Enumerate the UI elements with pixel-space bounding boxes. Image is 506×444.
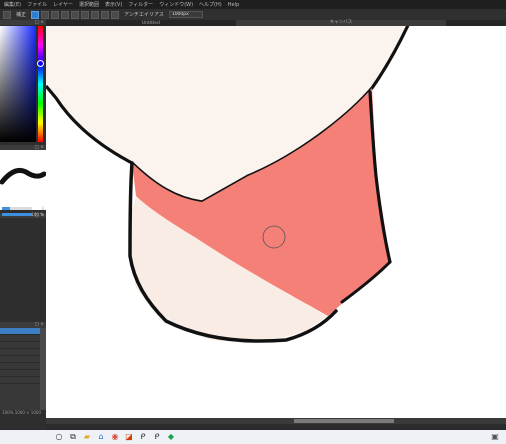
menu-item-filter[interactable]: フィルター xyxy=(128,1,153,8)
notification-icon[interactable]: ▣ xyxy=(490,432,500,442)
windows-taskbar: ○ ⧉ ▰ ⌂ ◉ ◪ ᑭ ᑭ ◆ ▣ xyxy=(0,430,506,444)
scrollbar-thumb[interactable] xyxy=(294,419,394,423)
layer-row[interactable] xyxy=(0,377,40,384)
layer-row[interactable] xyxy=(0,342,40,349)
mode-button-6[interactable] xyxy=(81,10,90,19)
layer-row[interactable] xyxy=(0,370,40,377)
mode-button-7[interactable] xyxy=(91,10,100,19)
color-panel-header: □ × xyxy=(0,20,46,25)
color-saturation-box[interactable] xyxy=(0,26,36,142)
hue-slider[interactable] xyxy=(38,26,43,142)
menu-item-window[interactable]: ウィンドウ(W) xyxy=(159,1,193,8)
store-icon[interactable]: ⌂ xyxy=(96,432,106,442)
opacity-slider[interactable]: 100 % xyxy=(2,212,44,217)
layer-row[interactable] xyxy=(0,349,40,356)
layer-row[interactable] xyxy=(0,356,40,363)
brush-preview[interactable] xyxy=(0,150,47,210)
brush-stroke-preview xyxy=(0,167,47,185)
mode-button-3[interactable] xyxy=(51,10,60,19)
brush-size-value: 8 xyxy=(41,206,44,211)
mode-button-1[interactable] xyxy=(31,10,40,19)
layer-row[interactable] xyxy=(0,335,40,342)
office-icon[interactable]: ◪ xyxy=(124,432,134,442)
artwork xyxy=(46,26,410,343)
menu-item-layer[interactable]: レイヤー xyxy=(53,1,73,8)
menu-item-edit[interactable]: 編集(E) xyxy=(4,1,21,8)
layers-list xyxy=(0,328,40,410)
opacity-value: 100 % xyxy=(31,212,44,217)
file-explorer-icon[interactable]: ▰ xyxy=(82,432,92,442)
menu-item-file[interactable]: ファイル xyxy=(27,1,47,8)
task-view-icon[interactable]: ⧉ xyxy=(68,432,78,442)
stabilize-label: 補正 xyxy=(16,12,27,18)
canvas-status: 100% 1000 × 1000 xyxy=(2,410,41,415)
antialias-label: アンチエイリアス xyxy=(124,12,164,18)
hue-slider-handle[interactable] xyxy=(37,60,44,67)
layer-row-selected[interactable] xyxy=(0,328,40,335)
layer-row[interactable] xyxy=(0,363,40,370)
canvas-horizontal-scrollbar[interactable] xyxy=(46,418,506,424)
chrome-icon[interactable]: ◉ xyxy=(110,432,120,442)
app-p1-icon[interactable]: ᑭ xyxy=(138,432,148,442)
menu-item-view[interactable]: 表示(V) xyxy=(105,1,122,8)
left-dock: □ × □ × □ × 8 100 % □ × 100% 1000 × 1000 xyxy=(0,20,47,430)
pen-tool-button[interactable] xyxy=(3,10,11,19)
mode-button-4[interactable] xyxy=(61,10,70,19)
menu-item-help[interactable]: ヘルプ(H) xyxy=(199,1,222,8)
brush-size-fill xyxy=(2,207,10,210)
mode-button-2[interactable] xyxy=(41,10,50,19)
drawing-canvas[interactable] xyxy=(46,26,506,418)
mode-button-9[interactable] xyxy=(111,10,120,19)
menu-item-selection[interactable]: 選択範囲 xyxy=(79,1,99,8)
tool-property-bar: 補正 アンチエイリアス 1000px xyxy=(0,9,506,20)
tab-untitled[interactable]: Untitled xyxy=(142,21,160,26)
app-p2-icon[interactable]: ᑭ xyxy=(152,432,162,442)
app-leaf-icon[interactable]: ◆ xyxy=(166,432,176,442)
mode-button-8[interactable] xyxy=(101,10,110,19)
size-field[interactable]: 1000px xyxy=(168,11,203,18)
menu-item-help-en[interactable]: Help xyxy=(228,2,239,8)
menu-bar: 編集(E) ファイル レイヤー 選択範囲 表示(V) フィルター ウィンドウ(W… xyxy=(0,0,506,9)
color-panel-controls[interactable]: □ × xyxy=(35,20,44,25)
search-icon[interactable]: ○ xyxy=(54,432,64,442)
mode-button-5[interactable] xyxy=(71,10,80,19)
opacity-fill xyxy=(2,213,32,216)
brush-size-slider[interactable]: 8 xyxy=(2,206,44,211)
